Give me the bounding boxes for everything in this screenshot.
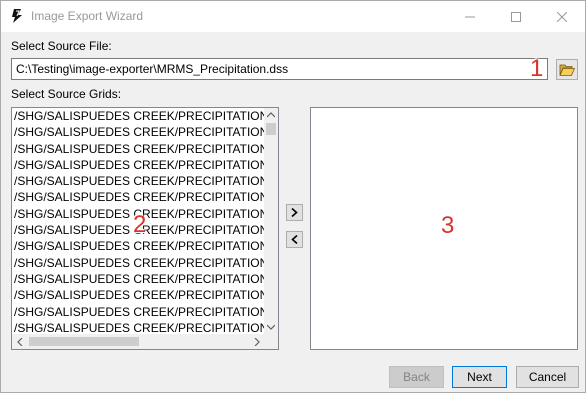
vertical-scroll-thumb[interactable]	[266, 123, 276, 135]
scroll-left-button[interactable]	[12, 334, 27, 349]
list-item[interactable]: /SHG/SALISPUEDES CREEK/PRECIPITATION/(	[12, 124, 264, 140]
annotation-2: 2	[133, 211, 147, 238]
scroll-down-button[interactable]	[264, 320, 278, 334]
image-export-wizard-window: Image Export Wizard Select Source File: …	[0, 0, 586, 393]
list-item[interactable]: /SHG/SALISPUEDES CREEK/PRECIPITATION/(	[12, 320, 264, 334]
maximize-icon	[511, 11, 521, 22]
scroll-up-button[interactable]	[264, 108, 278, 122]
add-grid-button[interactable]	[286, 204, 303, 221]
vertical-scrollbar[interactable]	[264, 108, 278, 334]
source-file-label: Select Source File:	[11, 39, 112, 53]
title-bar[interactable]: Image Export Wizard	[1, 1, 585, 32]
chevron-right-icon	[291, 208, 298, 217]
maximize-button[interactable]	[493, 1, 539, 32]
browse-file-button[interactable]	[556, 59, 578, 80]
chevron-up-icon	[267, 112, 275, 118]
list-item[interactable]: /SHG/SALISPUEDES CREEK/PRECIPITATION/(	[12, 141, 264, 157]
list-item[interactable]: /SHG/SALISPUEDES CREEK/PRECIPITATION/(	[12, 287, 264, 303]
chevron-down-icon	[267, 324, 275, 330]
list-item[interactable]: /SHG/SALISPUEDES CREEK/PRECIPITATION/(	[12, 238, 264, 254]
remove-grid-button[interactable]	[286, 231, 303, 248]
back-button[interactable]: Back	[389, 366, 444, 388]
list-item[interactable]: /SHG/SALISPUEDES CREEK/PRECIPITATION/(	[12, 189, 264, 205]
list-item[interactable]: /SHG/SALISPUEDES CREEK/PRECIPITATION/(	[12, 255, 264, 271]
scrollbar-corner	[264, 334, 278, 349]
horizontal-scrollbar[interactable]	[12, 334, 264, 349]
annotation-1: 1	[530, 55, 544, 82]
cancel-button[interactable]: Cancel	[516, 366, 579, 388]
list-item[interactable]: /SHG/SALISPUEDES CREEK/PRECIPITATION/(	[12, 173, 264, 189]
next-button[interactable]: Next	[452, 366, 507, 388]
minimize-button[interactable]	[447, 1, 493, 32]
folder-open-icon	[559, 64, 575, 76]
close-button[interactable]	[539, 1, 585, 32]
chevron-right-icon	[254, 337, 260, 346]
annotation-3: 3	[441, 212, 455, 239]
list-item[interactable]: /SHG/SALISPUEDES CREEK/PRECIPITATION/(	[12, 271, 264, 287]
minimize-icon	[465, 16, 475, 17]
chevron-left-icon	[16, 337, 22, 346]
list-item[interactable]: /SHG/SALISPUEDES CREEK/PRECIPITATION/(	[12, 304, 264, 320]
close-icon	[557, 11, 567, 22]
list-item[interactable]: /SHG/SALISPUEDES CREEK/PRECIPITATION/:	[12, 108, 264, 124]
horizontal-scroll-thumb[interactable]	[29, 337, 139, 346]
window-title: Image Export Wizard	[31, 9, 144, 23]
chevron-left-icon	[291, 235, 298, 244]
source-grids-label: Select Source Grids:	[11, 87, 122, 101]
wizard-app-icon	[9, 8, 25, 24]
source-file-input[interactable]	[11, 58, 548, 80]
list-item[interactable]: /SHG/SALISPUEDES CREEK/PRECIPITATION/(	[12, 157, 264, 173]
scroll-right-button[interactable]	[249, 334, 264, 349]
